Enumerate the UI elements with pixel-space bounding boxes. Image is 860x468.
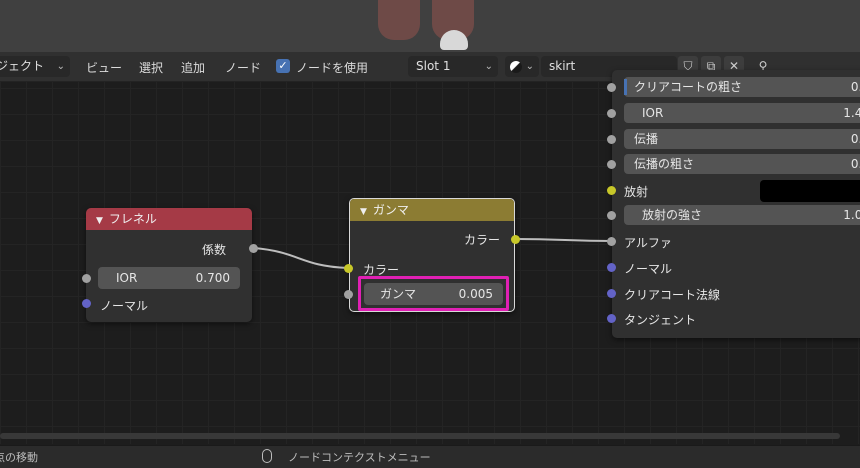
clearcoat-normal-socket[interactable] [607, 289, 616, 298]
fresnel-ior-input-socket[interactable] [82, 274, 91, 283]
gamma-value-input-socket[interactable] [344, 290, 353, 299]
clearcoat-roughness-socket[interactable] [607, 83, 616, 92]
field-progress-marker [624, 79, 627, 95]
emission-strength-label: 放射の強さ [642, 208, 703, 222]
fresnel-node-header[interactable]: ▼ フレネル [86, 208, 252, 230]
transmission-label: 伝播 [634, 132, 659, 146]
fresnel-ior-label: IOR [116, 271, 138, 285]
alpha-socket[interactable] [607, 237, 616, 246]
emission-color-swatch[interactable] [760, 180, 860, 202]
bsdf-ior-field[interactable]: IOR 1.45 [624, 103, 860, 123]
fresnel-node[interactable]: ▼ フレネル 係数 IOR 0.700 ノーマル [86, 208, 252, 322]
bsdf-ior-socket[interactable] [607, 109, 616, 118]
fresnel-normal-input-socket[interactable] [82, 299, 91, 308]
transmission-roughness-field[interactable]: 伝播の粗さ 0.0 [624, 154, 860, 174]
gamma-color-output-label: カラー [463, 233, 500, 247]
emission-strength-socket[interactable] [607, 211, 616, 220]
mouse-right-click-icon [262, 449, 272, 463]
tangent-socket[interactable] [607, 314, 616, 323]
emission-label: 放射 [624, 185, 649, 199]
bsdf-ior-value: 1.45 [843, 106, 860, 120]
principled-bsdf-node[interactable]: クリアコートの粗さ 0.0 IOR 1.45 伝播 0.0 伝播の粗さ 0.0 … [612, 70, 860, 338]
bsdf-ior-label: IOR [642, 106, 664, 120]
fresnel-node-title: フレネル [108, 212, 157, 226]
tangent-label: タンジェント [624, 313, 697, 327]
gamma-node-header[interactable]: ▼ ガンマ [350, 199, 514, 221]
link-gamma-to-alpha [515, 238, 613, 242]
transmission-value: 0.0 [850, 132, 860, 146]
status-context-menu-text: ノードコンテクストメニュー [288, 451, 431, 464]
fresnel-fac-output-socket[interactable] [249, 244, 258, 253]
alpha-label: アルファ [624, 236, 672, 250]
clearcoat-normal-label: クリアコート法線 [624, 288, 721, 302]
emission-socket[interactable] [607, 186, 616, 195]
emission-strength-value: 1.00 [843, 208, 860, 222]
clearcoat-roughness-value: 0.0 [850, 80, 860, 94]
collapse-triangle-icon[interactable]: ▼ [96, 216, 103, 226]
fresnel-normal-label: ノーマル [100, 299, 149, 313]
fresnel-fac-output-label: 係数 [201, 243, 226, 257]
gamma-color-output-socket[interactable] [511, 235, 520, 244]
fresnel-ior-field[interactable]: IOR 0.700 [98, 267, 240, 289]
transmission-roughness-label: 伝播の粗さ [634, 157, 695, 171]
clearcoat-roughness-field[interactable]: クリアコートの粗さ 0.0 [624, 77, 860, 97]
gamma-value-label: ガンマ [380, 287, 417, 301]
fresnel-ior-value: 0.700 [195, 271, 230, 285]
emission-strength-field[interactable]: 放射の強さ 1.00 [624, 205, 860, 225]
link-fresnel-to-gamma [253, 247, 349, 269]
status-left-text: 点の移動 [0, 451, 38, 464]
collapse-triangle-icon[interactable]: ▼ [360, 207, 367, 217]
status-bar: 点の移動 ノードコンテクストメニュー [0, 445, 860, 468]
gamma-value-number: 0.005 [458, 287, 493, 301]
transmission-socket[interactable] [607, 135, 616, 144]
transmission-roughness-socket[interactable] [607, 160, 616, 169]
gamma-color-input-socket[interactable] [344, 264, 353, 273]
transmission-field[interactable]: 伝播 0.0 [624, 129, 860, 149]
bsdf-normal-label: ノーマル [624, 262, 673, 276]
clearcoat-roughness-label: クリアコートの粗さ [634, 80, 743, 94]
bsdf-normal-socket[interactable] [607, 263, 616, 272]
transmission-roughness-value: 0.0 [850, 157, 860, 171]
horizontal-scrollbar[interactable] [0, 433, 840, 439]
gamma-node-title: ガンマ [372, 203, 409, 217]
gamma-value-field[interactable]: ガンマ 0.005 [364, 283, 503, 305]
